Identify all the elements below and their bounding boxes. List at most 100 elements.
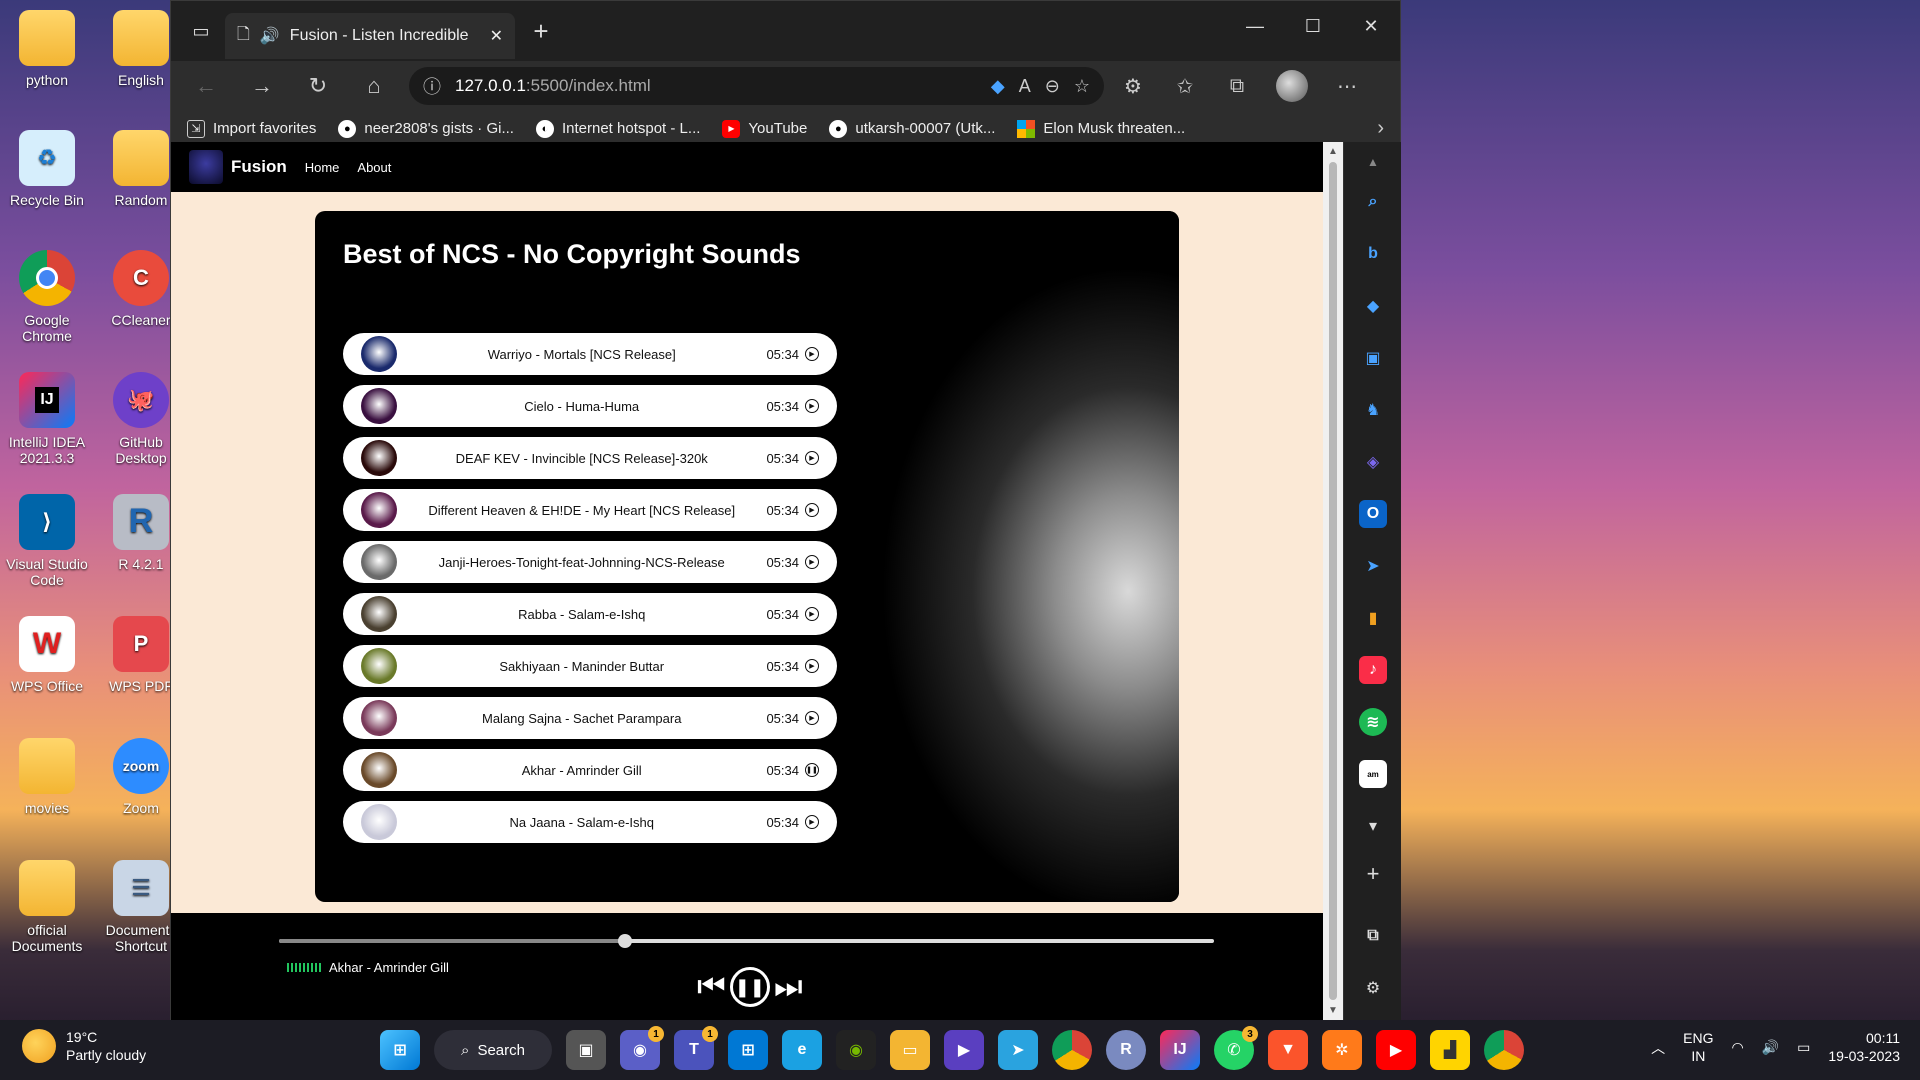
nav-home-link[interactable]: Home <box>305 160 340 175</box>
desktop-icon-movies[interactable]: movies <box>0 738 94 816</box>
wifi-icon[interactable]: ◠ <box>1731 1039 1743 1056</box>
minimize-button[interactable]: — <box>1226 1 1284 51</box>
desktop-icon-intellij[interactable]: IJ IntelliJ IDEA 2021.3.3 <box>0 372 94 466</box>
chrome-profile-icon[interactable] <box>1484 1030 1524 1070</box>
song-item[interactable]: Warriyo - Mortals [NCS Release] 05:34 ▶ <box>343 333 837 375</box>
new-tab-button[interactable]: + <box>521 11 561 51</box>
telegram-icon[interactable]: ➤ <box>998 1030 1038 1070</box>
song-item[interactable]: Akhar - Amrinder Gill 05:34 ❚❚ <box>343 749 837 791</box>
desktop-icon-official-documents[interactable]: official Documents <box>0 860 94 954</box>
song-item[interactable]: Different Heaven & EH!DE - My Heart [NCS… <box>343 489 837 531</box>
nav-about-link[interactable]: About <box>357 160 391 175</box>
back-button[interactable]: ← <box>181 66 231 106</box>
desktop-icon-wps-office[interactable]: W WPS Office <box>0 616 94 694</box>
progress-bar[interactable] <box>279 934 1214 948</box>
desktop-icon-recycle-bin[interactable]: ♻ Recycle Bin <box>0 130 94 208</box>
info-icon[interactable]: ⓘ <box>423 73 441 99</box>
forward-button[interactable]: → <box>237 66 287 106</box>
apple-music-icon[interactable]: ♪ <box>1359 656 1387 684</box>
more-menu-icon[interactable]: ⋯ <box>1324 66 1370 106</box>
favorite-utkarsh[interactable]: ● utkarsh-00007 (Utk... <box>829 119 995 138</box>
games-icon[interactable]: ♞ <box>1359 396 1387 424</box>
play-circle-icon[interactable]: ▶ <box>805 399 819 413</box>
chevron-down-icon[interactable]: ▾ <box>1359 812 1387 840</box>
start-icon[interactable]: ⊞ <box>380 1030 420 1070</box>
favorite-youtube[interactable]: ▶ YouTube <box>722 119 807 138</box>
play-circle-icon[interactable]: ▶ <box>805 451 819 465</box>
battery-icon[interactable]: ▭ <box>1797 1039 1810 1056</box>
taskbar-search[interactable]: ⌕ Search <box>434 1030 552 1070</box>
desktop-icon-vscode[interactable]: ⟩ Visual Studio Code <box>0 494 94 588</box>
read-aloud-icon[interactable]: A <box>1019 76 1031 97</box>
intellij-icon[interactable]: IJ <box>1160 1030 1200 1070</box>
nvidia-icon[interactable]: ◉ <box>836 1030 876 1070</box>
desktop-icon-chrome[interactable]: Google Chrome <box>0 250 94 344</box>
bing-icon[interactable]: b <box>1359 240 1387 268</box>
play-circle-icon[interactable]: ▶ <box>805 815 819 829</box>
outlook-icon[interactable]: O <box>1359 500 1387 528</box>
store-icon[interactable]: ⊞ <box>728 1030 768 1070</box>
task-view-icon[interactable]: ▣ <box>566 1030 606 1070</box>
tab-actions-icon[interactable]: ▭ <box>181 11 221 51</box>
teams-icon[interactable]: T1 <box>674 1026 718 1070</box>
spotify-icon[interactable]: ≋ <box>1359 708 1387 736</box>
active-tab[interactable]: 🗋 🔊 Fusion - Listen Incredible ✕ <box>225 13 515 59</box>
shopping-icon[interactable]: ◆ <box>1359 292 1387 320</box>
site-brand[interactable]: Fusion <box>231 157 287 177</box>
sidebar-collapse-icon[interactable]: ▲ <box>1359 148 1387 176</box>
sticky-notes-icon[interactable]: ▟ <box>1430 1030 1470 1070</box>
app-icon[interactable]: ✲ <box>1322 1030 1362 1070</box>
office-icon[interactable]: ◈ <box>1359 448 1387 476</box>
song-item[interactable]: Cielo - Huma-Huma 05:34 ▶ <box>343 385 837 427</box>
desktop-icon-python[interactable]: python <box>0 10 94 88</box>
add-sidebar-app-icon[interactable]: + <box>1359 860 1387 888</box>
site-logo[interactable] <box>189 150 223 184</box>
song-item[interactable]: Malang Sajna - Sachet Parampara 05:34 ▶ <box>343 697 837 739</box>
speaker-icon[interactable]: 🔊 <box>260 26 280 46</box>
power-automate-icon[interactable]: ▶ <box>944 1030 984 1070</box>
play-circle-icon[interactable]: ▶ <box>805 503 819 517</box>
coupon-icon[interactable]: ◆ <box>991 76 1005 97</box>
close-tab-icon[interactable]: ✕ <box>490 26 503 46</box>
favorite-import[interactable]: ⇲ Import favorites <box>187 119 316 138</box>
add-favorite-icon[interactable]: ☆ <box>1074 76 1090 97</box>
collections-icon[interactable]: ⧉ <box>1214 66 1260 106</box>
brave-icon[interactable]: ▼ <box>1268 1030 1308 1070</box>
amazon-music-icon[interactable]: am <box>1359 760 1387 788</box>
volume-icon[interactable]: 🔊 <box>1762 1039 1779 1056</box>
favorite-elon[interactable]: Elon Musk threaten... <box>1017 119 1185 138</box>
page-scrollbar[interactable]: ▲ ▼ <box>1323 142 1343 1020</box>
song-item[interactable]: Rabba - Salam-e-Ishq 05:34 ▶ <box>343 593 837 635</box>
weather-widget[interactable]: 19°C Partly cloudy <box>22 1028 146 1064</box>
favorite-gists[interactable]: ● neer2808's gists · Gi... <box>338 119 514 138</box>
deezer-icon[interactable]: ▮ <box>1359 604 1387 632</box>
r-icon[interactable]: R <box>1106 1030 1146 1070</box>
settings-gear-icon[interactable]: ⚙ <box>1359 974 1387 1002</box>
pause-button[interactable]: ❚❚ <box>729 967 770 1007</box>
play-circle-icon[interactable]: ▶ <box>805 711 819 725</box>
search-icon[interactable]: ⌕ <box>1359 188 1387 216</box>
play-circle-icon[interactable]: ▶ <box>805 555 819 569</box>
whatsapp-icon[interactable]: ✆ 3 <box>1214 1026 1258 1070</box>
scroll-up-icon[interactable]: ▲ <box>1323 146 1343 157</box>
close-window-button[interactable]: ✕ <box>1342 1 1400 51</box>
favorite-hotspot[interactable]: ◐ Internet hotspot - L... <box>535 119 700 138</box>
file-explorer-icon[interactable]: ▭ <box>890 1030 930 1070</box>
tools-icon[interactable]: ▣ <box>1359 344 1387 372</box>
song-item[interactable]: Sakhiyaan - Maninder Buttar 05:34 ▶ <box>343 645 837 687</box>
song-item[interactable]: DEAF KEV - Invincible [NCS Release]-320k… <box>343 437 837 479</box>
pause-circle-icon[interactable]: ❚❚ <box>805 763 819 777</box>
youtube-icon[interactable]: ▶ <box>1376 1030 1416 1070</box>
scroll-down-icon[interactable]: ▼ <box>1323 1005 1343 1016</box>
home-button[interactable]: ⌂ <box>349 66 399 106</box>
song-item[interactable]: Na Jaana - Salam-e-Ishq 05:34 ▶ <box>343 801 837 843</box>
split-view-icon[interactable]: ⧉ <box>1359 922 1387 950</box>
play-circle-icon[interactable]: ▶ <box>805 607 819 621</box>
profile-avatar[interactable] <box>1276 70 1308 102</box>
play-circle-icon[interactable]: ▶ <box>805 659 819 673</box>
address-bar[interactable]: ⓘ 127.0.0.1 :5500/index.html ◆ A ⊖ ☆ <box>409 67 1104 105</box>
telegram-icon[interactable]: ➤ <box>1359 552 1387 580</box>
extensions-icon[interactable]: ⚙ <box>1110 66 1156 106</box>
play-circle-icon[interactable]: ▶ <box>805 347 819 361</box>
next-icon[interactable]: ⏭ <box>774 968 803 1006</box>
